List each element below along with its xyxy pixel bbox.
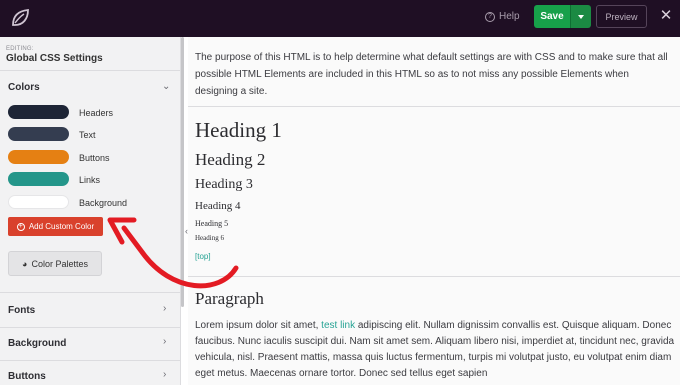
chevron-right-icon[interactable]: › <box>163 369 166 380</box>
chevron-down-icon[interactable]: ⌄ <box>162 81 170 92</box>
text-color-swatch[interactable] <box>8 127 69 141</box>
buttons-section-title[interactable]: Buttons <box>8 371 46 382</box>
intro-paragraph: The purpose of this HTML is to help dete… <box>195 52 668 97</box>
paragraph-text: Lorem ipsum dolor sit amet, test link ad… <box>195 318 677 382</box>
panel-title: Global CSS Settings <box>6 53 103 64</box>
background-color-swatch[interactable] <box>8 195 69 209</box>
preview-button[interactable]: Preview <box>596 5 647 28</box>
links-color-label: Links <box>79 175 101 185</box>
divider <box>0 70 181 71</box>
help-link[interactable]: ? Help <box>485 11 520 22</box>
chevron-right-icon[interactable]: › <box>163 303 166 314</box>
plus-circle-icon: + <box>16 222 25 231</box>
divider <box>0 360 181 361</box>
chevron-right-icon[interactable]: › <box>163 336 166 347</box>
add-custom-color-button[interactable]: + Add Custom Color <box>8 217 103 236</box>
close-icon[interactable]: ✕ <box>658 8 674 24</box>
headers-color-label: Headers <box>79 108 114 118</box>
test-link[interactable]: test link <box>321 320 355 331</box>
colors-section-title[interactable]: Colors <box>8 82 40 93</box>
fonts-section-title[interactable]: Fonts <box>8 305 35 316</box>
buttons-color-label: Buttons <box>79 153 110 163</box>
save-options-dropdown[interactable] <box>570 5 591 28</box>
color-palettes-label: Color Palettes <box>31 258 88 269</box>
help-label: Help <box>499 11 520 22</box>
headers-color-swatch[interactable] <box>8 105 69 119</box>
palette-icon: ◕ <box>22 258 28 269</box>
text-color-label: Text <box>79 130 96 140</box>
annotation-arrow-icon <box>107 217 239 289</box>
paragraph-heading: Paragraph <box>195 289 264 308</box>
divider <box>0 292 181 293</box>
help-icon: ? <box>485 11 495 22</box>
top-bar: ? Help Save Preview ✕ <box>0 0 680 37</box>
heading-2: Heading 2 <box>195 150 266 169</box>
save-button[interactable]: Save <box>534 5 570 28</box>
editing-label: EDITING: <box>6 46 34 52</box>
divider <box>188 106 680 107</box>
buttons-color-swatch[interactable] <box>8 150 69 164</box>
seedprod-logo-icon[interactable] <box>8 6 32 30</box>
add-custom-color-label: Add Custom Color <box>28 222 95 231</box>
paragraph-text-start: Lorem ipsum dolor sit amet, <box>195 320 322 331</box>
heading-1: Heading 1 <box>195 118 282 142</box>
links-color-swatch[interactable] <box>8 172 69 186</box>
color-palettes-button[interactable]: ◕ Color Palettes <box>8 251 102 276</box>
divider <box>0 327 181 328</box>
divider <box>188 276 680 277</box>
background-section-title[interactable]: Background <box>8 338 66 349</box>
chevron-down-icon <box>578 14 584 19</box>
